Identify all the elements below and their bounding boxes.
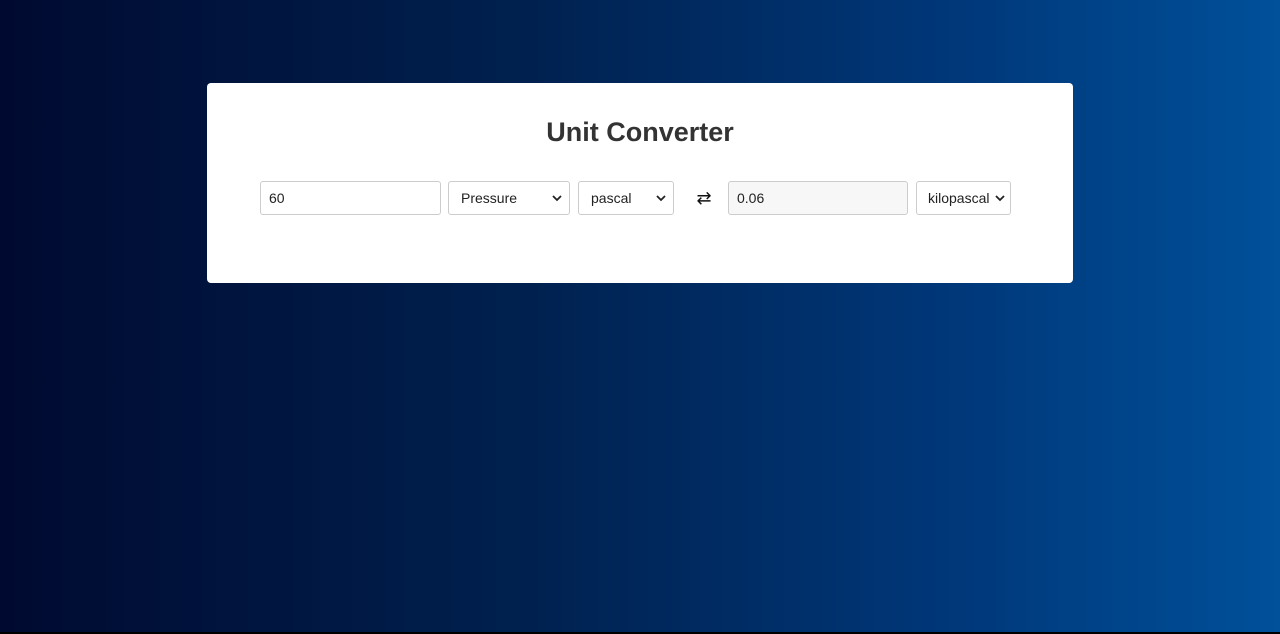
chevron-down-icon: [655, 192, 667, 204]
output-value-text: 0.06: [737, 190, 765, 206]
to-unit-select[interactable]: kilopascal: [916, 181, 1011, 215]
swap-glyph: ⇄: [696, 187, 712, 208]
chevron-down-icon: [994, 192, 1006, 204]
page-title: Unit Converter: [546, 117, 734, 147]
input-value-text: 60: [269, 190, 285, 206]
swap-arrows-icon[interactable]: ⇄: [694, 181, 714, 215]
to-unit-selected-value: kilopascal: [928, 190, 990, 206]
input-value-field[interactable]: 60: [260, 181, 441, 215]
category-select[interactable]: Pressure: [448, 181, 570, 215]
chevron-down-icon: [551, 192, 563, 204]
converter-card: Unit Converter 60 Pressure pascal ⇄ 0.06…: [207, 83, 1073, 283]
category-selected-value: Pressure: [461, 190, 518, 206]
output-value-field[interactable]: 0.06: [728, 181, 908, 215]
from-unit-selected-value: pascal: [591, 190, 632, 206]
from-unit-select[interactable]: pascal: [578, 181, 674, 215]
